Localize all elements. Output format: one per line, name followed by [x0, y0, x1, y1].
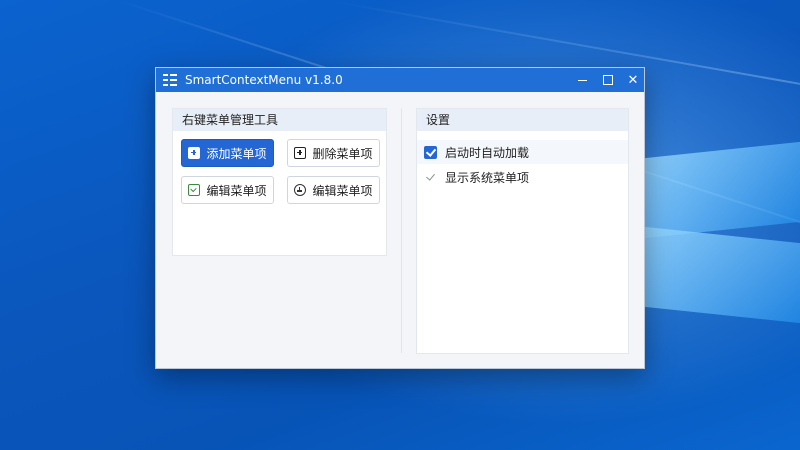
settings-panel: 设置 启动时自动加载 显示系统菜单项: [416, 108, 629, 354]
windows-logo-pane: [645, 141, 800, 239]
autostart-checkbox[interactable]: [424, 145, 437, 159]
autostart-option[interactable]: 启动时自动加载: [417, 140, 628, 164]
autostart-label: 启动时自动加载: [445, 145, 530, 160]
menu-tools-panel: 右键菜单管理工具 添加菜单项 删除菜单项 编辑菜单项 编辑菜单项: [172, 108, 387, 256]
app-icon: [163, 74, 177, 86]
window-title: SmartContextMenu v1.8.0: [185, 73, 343, 87]
edit-menu-item-label-2: 编辑菜单项: [312, 183, 373, 198]
show-system-items-checkbox[interactable]: [424, 171, 437, 184]
add-menu-item-label: 添加菜单项: [206, 146, 267, 161]
windows-logo-pane: [645, 226, 800, 324]
edit-icon: [188, 184, 201, 196]
settings-title: 设置: [417, 109, 628, 131]
minimize-button[interactable]: [569, 68, 595, 92]
close-button[interactable]: ✕: [620, 68, 646, 92]
add-menu-item-button[interactable]: 添加菜单项: [181, 139, 274, 167]
show-system-items-label: 显示系统菜单项: [445, 170, 530, 185]
delete-menu-item-button[interactable]: 删除菜单项: [287, 139, 380, 167]
title-bar[interactable]: SmartContextMenu v1.8.0 ✕: [156, 68, 644, 92]
panel-divider: [401, 108, 402, 353]
edit-menu-item-button-2[interactable]: 编辑菜单项: [287, 176, 380, 204]
menu-tools-title: 右键菜单管理工具: [173, 109, 386, 131]
edit-menu-item-button[interactable]: 编辑菜单项: [181, 176, 274, 204]
delete-menu-item-label: 删除菜单项: [312, 146, 373, 161]
edit-menu-item-label: 编辑菜单项: [206, 183, 267, 198]
show-system-items-option[interactable]: 显示系统菜单项: [417, 165, 628, 189]
plus-box-icon: [294, 147, 307, 159]
circle-icon: [294, 184, 307, 196]
app-window: SmartContextMenu v1.8.0 ✕ 右键菜单管理工具 添加菜单项…: [155, 67, 645, 369]
maximize-button[interactable]: [595, 68, 621, 92]
plus-box-icon: [188, 147, 201, 159]
